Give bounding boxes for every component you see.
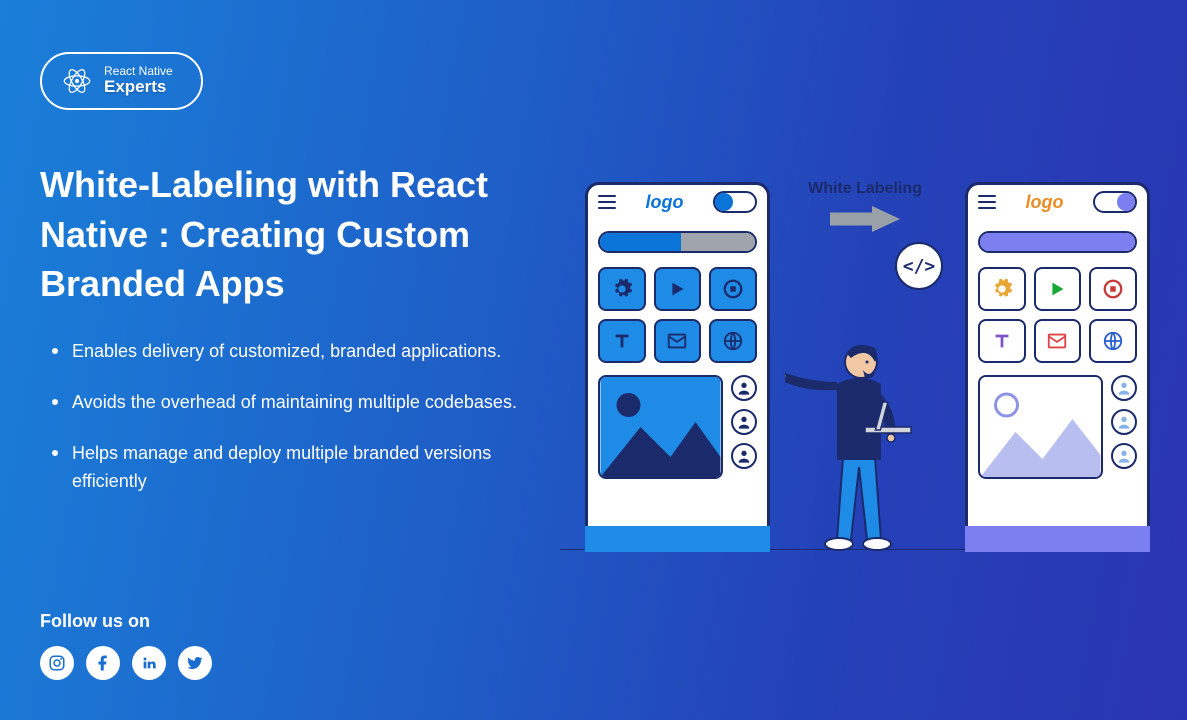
arrow-icon [830, 206, 900, 232]
page-title: White-Labeling with React Native : Creat… [40, 160, 520, 309]
text-icon [978, 319, 1026, 363]
avatar-column [731, 375, 757, 479]
arrow-section: White Labeling [805, 180, 925, 232]
brand-title: Experts [104, 78, 173, 97]
play-icon [654, 267, 702, 311]
code-symbol: </> [903, 256, 936, 277]
globe-icon [709, 319, 757, 363]
progress-pill-icon [598, 231, 757, 253]
avatar-column [1111, 375, 1137, 479]
twitter-icon[interactable] [178, 646, 212, 680]
bullet-list: Enables delivery of customized, branded … [40, 337, 520, 496]
avatar-icon [731, 375, 757, 401]
bullet-item: Avoids the overhead of maintaining multi… [48, 388, 520, 417]
person-illustration [785, 312, 935, 552]
avatar-icon [731, 409, 757, 435]
gear-icon [978, 267, 1026, 311]
avatar-icon [1111, 409, 1137, 435]
code-bubble-icon: </> [895, 242, 943, 290]
gear-icon [598, 267, 646, 311]
phone-right-logo: logo [1026, 192, 1064, 213]
progress-pill-icon [978, 231, 1137, 253]
main-content: White-Labeling with React Native : Creat… [40, 160, 520, 518]
instagram-icon[interactable] [40, 646, 74, 680]
linkedin-icon[interactable] [132, 646, 166, 680]
brand-text: React Native Experts [104, 65, 173, 97]
hamburger-icon [978, 195, 996, 209]
react-atom-icon [60, 64, 94, 98]
avatar-icon [1111, 375, 1137, 401]
image-placeholder-icon [598, 375, 723, 479]
avatar-icon [1111, 443, 1137, 469]
bullet-item: Helps manage and deploy multiple branded… [48, 439, 520, 497]
social-row [40, 646, 212, 680]
follow-label: Follow us on [40, 611, 212, 632]
phone-left-logo: logo [646, 192, 684, 213]
follow-section: Follow us on [40, 611, 212, 680]
facebook-icon[interactable] [86, 646, 120, 680]
mail-icon [654, 319, 702, 363]
stop-icon [1089, 267, 1137, 311]
globe-icon [1089, 319, 1137, 363]
hamburger-icon [598, 195, 616, 209]
text-icon [598, 319, 646, 363]
illustration: White Labeling </> logo [560, 170, 1160, 560]
app-grid [978, 267, 1137, 363]
image-placeholder-icon [978, 375, 1103, 479]
phone-left: logo [585, 182, 770, 552]
toggle-icon [713, 191, 757, 213]
app-grid [598, 267, 757, 363]
brand-badge: React Native Experts [40, 52, 203, 110]
arrow-label: White Labeling [805, 180, 925, 198]
phone-right: logo [965, 182, 1150, 552]
mail-icon [1034, 319, 1082, 363]
avatar-icon [731, 443, 757, 469]
toggle-icon [1093, 191, 1137, 213]
bullet-item: Enables delivery of customized, branded … [48, 337, 520, 366]
stop-icon [709, 267, 757, 311]
play-icon [1034, 267, 1082, 311]
